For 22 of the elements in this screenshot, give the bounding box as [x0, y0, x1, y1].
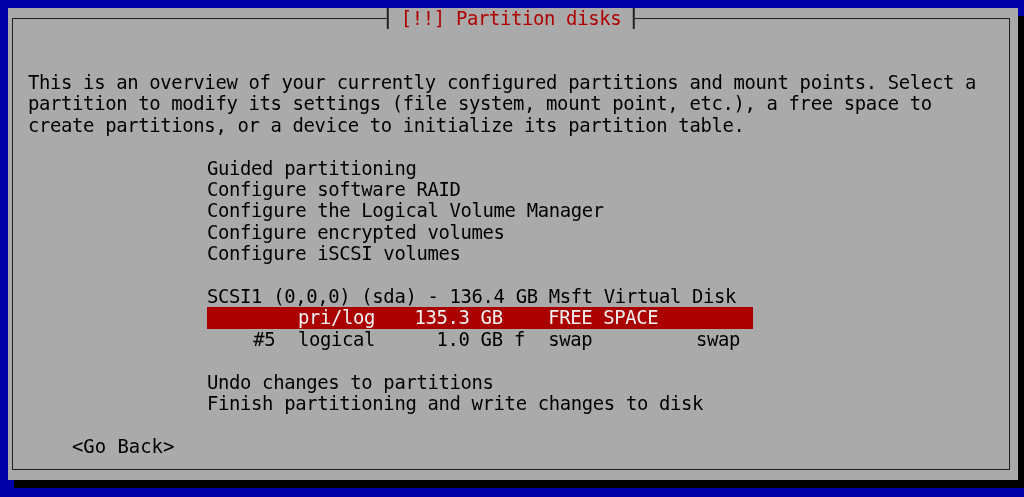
menu-item[interactable]: Configure the Logical Volume Manager	[207, 200, 604, 222]
menu-item[interactable]: Configure software RAID	[207, 179, 461, 201]
menu-item[interactable]: Finish partitioning and write changes to disk	[207, 392, 704, 415]
size-label: 135.3 GB	[413, 307, 503, 329]
type-label: logical	[297, 328, 377, 351]
go-back-button[interactable]: <Go Back>	[72, 435, 175, 458]
partition-row[interactable]: #5 logical 1.0 GB f swap swap	[207, 328, 753, 351]
size-label: 1.0 GB	[435, 328, 503, 351]
mount-label: swap	[696, 328, 742, 351]
dialog-title: [!!] Partition disks	[386, 8, 636, 29]
disk-item[interactable]: SCSI1 (0,0,0) (sda) - 136.4 GB Msft Virtual Disk	[207, 285, 737, 308]
flag-label: f	[514, 328, 527, 351]
description-text: This is an overview of your currently configured partitions and mount points. Select a partition to modify its settings (file system, mount point, etc.), a free space to create partitions, or a device to initialize its partition table.	[28, 72, 977, 137]
menu-item[interactable]: Guided partitioning	[207, 157, 417, 179]
menu-item[interactable]: Configure encrypted volumes	[207, 221, 505, 244]
filesystem-label: swap	[548, 328, 594, 351]
filesystem-label: FREE SPACE	[548, 307, 660, 329]
type-label: pri/log	[297, 307, 377, 329]
menu-item[interactable]: Configure iSCSI volumes	[207, 243, 461, 265]
number-label: #5	[252, 328, 276, 351]
partition-row[interactable]: pri/log 135.3 GB FREE SPACE	[207, 307, 753, 329]
menu-item[interactable]: Undo changes to partitions	[207, 371, 494, 393]
